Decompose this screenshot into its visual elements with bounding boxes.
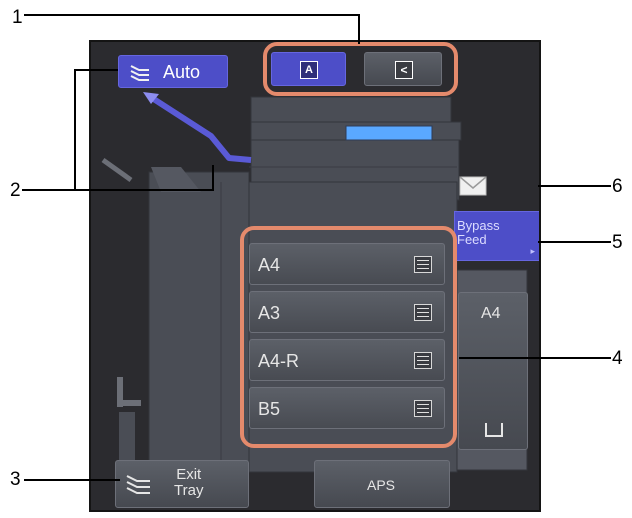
- bypass-label-line1: Bypass: [457, 218, 500, 233]
- callout-line-2b: [212, 165, 214, 191]
- stack-icon: [126, 475, 150, 494]
- callout-5: 5: [612, 232, 623, 253]
- callout-line-4: [459, 357, 611, 359]
- callout-line-1: [24, 14, 359, 16]
- callout-3: 3: [10, 469, 21, 490]
- auto-label: Auto: [163, 62, 201, 82]
- bypass-label-line2: Feed: [457, 232, 487, 247]
- tray-icon: [485, 423, 503, 437]
- bypass-feed-button[interactable]: Bypass Feed ▸: [454, 211, 539, 261]
- aps-button[interactable]: APS: [314, 460, 450, 508]
- triangle-icon: ▸: [530, 246, 535, 256]
- callout-line-1b: [358, 14, 360, 44]
- highlight-paper-list: [240, 226, 457, 448]
- exit-tray-line2: Tray: [174, 482, 204, 499]
- callout-6: 6: [612, 176, 623, 197]
- callout-line-2c: [74, 69, 76, 189]
- auto-output-button[interactable]: Auto: [118, 55, 228, 88]
- callout-line-2: [22, 189, 214, 191]
- large-capacity-tray-button[interactable]: A4: [458, 292, 528, 450]
- highlight-original-mode: [263, 42, 458, 96]
- exit-tray-line1: Exit: [176, 466, 202, 483]
- paper-path-arrow-icon: [143, 92, 252, 163]
- callout-1: 1: [12, 7, 23, 28]
- callout-line-3: [24, 479, 120, 481]
- envelope-icon: [459, 176, 487, 196]
- large-tray-size: A4: [481, 305, 501, 322]
- callout-line-5: [538, 241, 611, 243]
- callout-2: 2: [10, 180, 21, 201]
- stack-icon: [130, 65, 149, 81]
- aps-label: APS: [367, 477, 396, 493]
- callout-line-6: [538, 185, 611, 187]
- callout-line-2d: [74, 69, 118, 71]
- exit-tray-button[interactable]: Exit Tray: [115, 460, 249, 508]
- callout-4: 4: [612, 348, 623, 369]
